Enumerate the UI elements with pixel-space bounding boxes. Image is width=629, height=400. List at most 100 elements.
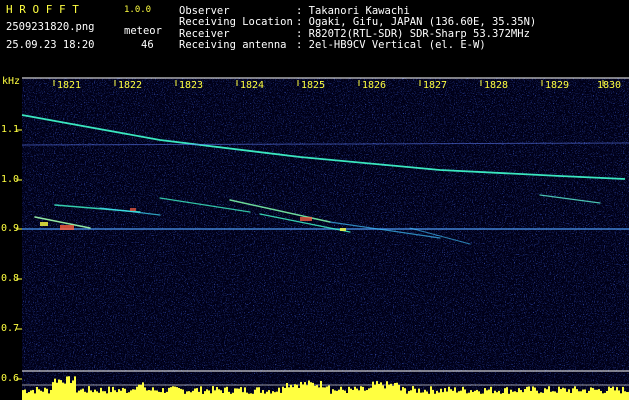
histogram-bar xyxy=(408,391,410,400)
histogram-bar xyxy=(508,393,510,400)
histogram-bar xyxy=(340,386,342,400)
histogram-bar xyxy=(92,392,94,400)
histogram-bar xyxy=(460,390,462,400)
x-tick-1824: 1824 xyxy=(240,80,265,91)
histogram-bar xyxy=(126,392,128,400)
histogram-bar xyxy=(26,393,28,400)
histogram-bar xyxy=(344,390,346,400)
histogram-bar xyxy=(466,393,468,400)
noise-field xyxy=(22,78,629,370)
x-tick-1828: 1828 xyxy=(484,80,509,91)
histogram-bar xyxy=(352,390,354,400)
histogram-bar xyxy=(132,389,134,400)
x-tick-1829: 1829 xyxy=(545,80,570,91)
histogram-bar xyxy=(190,392,192,400)
histogram-bar xyxy=(212,386,214,400)
histogram-bar xyxy=(326,386,328,400)
histogram-bar xyxy=(128,392,130,400)
histogram-bar xyxy=(412,386,414,400)
y-tick-0-6: 0.6 xyxy=(1,373,20,384)
histogram-bar xyxy=(184,393,186,400)
histogram-bar xyxy=(138,384,140,400)
y-tick-marks xyxy=(16,129,22,380)
histogram-bar xyxy=(100,387,102,400)
histogram-bar xyxy=(46,388,48,400)
histogram-bar xyxy=(58,379,60,400)
histogram-bar xyxy=(306,385,308,400)
histogram-bar xyxy=(482,393,484,400)
histogram-bar xyxy=(604,392,606,400)
histogram-bar xyxy=(442,392,444,400)
histogram-bar xyxy=(158,391,160,400)
histogram-bar xyxy=(204,391,206,400)
histogram-bar xyxy=(308,380,310,400)
histogram-bar xyxy=(146,390,148,400)
histogram-bar xyxy=(612,386,614,400)
histogram-bar xyxy=(522,392,524,400)
histogram-bar xyxy=(154,390,156,400)
histogram-bar xyxy=(224,387,226,400)
histogram-bar xyxy=(580,391,582,400)
histogram-bar xyxy=(606,390,608,400)
histogram-bar xyxy=(586,393,588,400)
histogram-bar xyxy=(136,386,138,400)
histogram-bar xyxy=(380,382,382,400)
histogram-bar xyxy=(558,386,560,400)
histogram-bar xyxy=(556,392,558,400)
histogram-bar xyxy=(576,389,578,400)
histogram-bar xyxy=(360,386,362,400)
histogram-bar xyxy=(578,391,580,400)
histogram-bar xyxy=(156,390,158,400)
y-tick-0-9: 0.9 xyxy=(1,223,20,234)
histogram-bar xyxy=(62,382,64,400)
histogram-bar xyxy=(284,387,286,400)
histogram-bar xyxy=(34,393,36,400)
histogram-bar xyxy=(182,389,184,400)
histogram-bar xyxy=(48,393,50,400)
histogram-bar xyxy=(342,389,344,400)
histogram-bar xyxy=(484,388,486,400)
histogram-bar xyxy=(502,392,504,400)
y-tick-1-0: 1.0 xyxy=(1,174,20,185)
histogram-bar xyxy=(370,387,372,400)
histogram-bar xyxy=(616,387,618,400)
histogram-bar xyxy=(228,391,230,400)
histogram-bar xyxy=(324,387,326,400)
histogram-bar xyxy=(108,386,110,400)
histogram-bar xyxy=(206,389,208,400)
histogram-bar xyxy=(450,389,452,400)
histogram-bar xyxy=(464,389,466,400)
histogram-bar xyxy=(88,386,90,400)
histogram-bar xyxy=(40,390,42,400)
histogram-bar xyxy=(316,385,318,400)
histogram-bar xyxy=(622,386,624,400)
histogram-bar xyxy=(396,382,398,400)
histogram-bar xyxy=(218,389,220,400)
histogram-bar xyxy=(76,392,78,400)
x-tick-1826: 1826 xyxy=(362,80,387,91)
histogram-bar xyxy=(208,390,210,400)
histogram-bar xyxy=(24,389,26,400)
histogram-bar xyxy=(290,384,292,400)
histogram-bar xyxy=(270,393,272,400)
histogram-bar xyxy=(50,390,52,400)
histogram-bar xyxy=(452,390,454,400)
histogram-bar xyxy=(264,393,266,400)
histogram-bar xyxy=(624,391,626,400)
histogram-bar xyxy=(528,386,530,400)
histogram-bar xyxy=(210,393,212,400)
histogram-bar xyxy=(574,386,576,400)
histogram-bar xyxy=(94,389,96,400)
histogram-bar xyxy=(498,390,500,400)
histogram-bar xyxy=(474,390,476,400)
histogram-bar xyxy=(304,382,306,400)
histogram-bar xyxy=(394,382,396,400)
histogram-bar xyxy=(518,388,520,400)
histogram-bar xyxy=(530,390,532,400)
histogram-bar xyxy=(318,387,320,400)
histogram-bar xyxy=(124,388,126,400)
histogram-bar xyxy=(492,393,494,400)
histogram-bar xyxy=(104,391,106,400)
histogram-bar xyxy=(376,381,378,400)
histogram-bar xyxy=(248,393,250,400)
